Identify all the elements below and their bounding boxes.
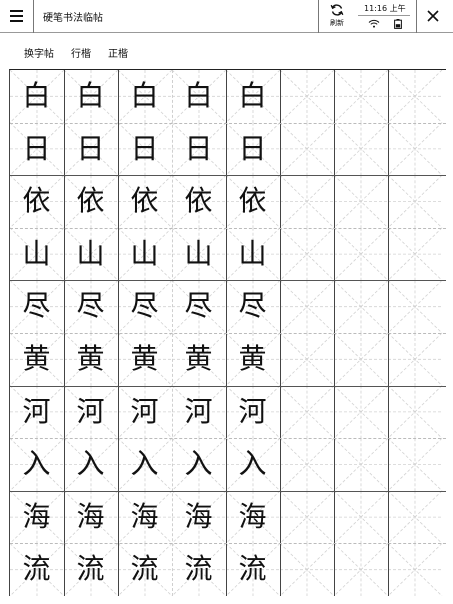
practice-character: 山 <box>238 236 267 270</box>
model-character: 依 <box>22 184 51 218</box>
refresh-icon <box>330 4 344 16</box>
divider <box>416 0 417 33</box>
model-character: 入 <box>22 447 51 481</box>
practice-character: 入 <box>184 447 213 481</box>
practice-character: 流 <box>238 552 267 586</box>
practice-character: 海 <box>238 499 267 533</box>
practice-character: 白 <box>238 79 267 112</box>
practice-character: 山 <box>130 236 159 270</box>
practice-character: 河 <box>76 394 105 428</box>
practice-character: 依 <box>130 184 159 218</box>
practice-character: 黄 <box>238 342 267 375</box>
practice-character: 入 <box>76 447 105 481</box>
model-character: 黄 <box>22 342 51 375</box>
tab-running-script[interactable]: 行楷 <box>71 45 91 60</box>
practice-character: 山 <box>76 236 105 270</box>
practice-character: 流 <box>130 552 159 586</box>
practice-character: 黄 <box>184 342 213 375</box>
practice-character: 山 <box>184 236 213 270</box>
model-character: 白 <box>22 79 51 112</box>
practice-character: 流 <box>76 552 105 586</box>
close-icon[interactable] <box>426 9 440 23</box>
tab-bar: 换字帖 行楷 正楷 <box>0 33 453 69</box>
practice-character: 入 <box>238 447 267 481</box>
practice-character: 依 <box>184 184 213 218</box>
practice-character: 日 <box>76 131 105 165</box>
model-character: 河 <box>22 394 51 428</box>
practice-character: 河 <box>238 394 267 428</box>
clock-time: 11:16 上午 <box>364 4 406 13</box>
practice-character: 尽 <box>238 289 267 323</box>
practice-character: 白 <box>76 79 105 112</box>
practice-character: 尽 <box>130 289 159 323</box>
practice-character: 白 <box>184 79 213 112</box>
practice-character: 日 <box>184 131 213 165</box>
model-character: 日 <box>22 131 51 165</box>
practice-character: 尽 <box>76 289 105 323</box>
menu-icon[interactable] <box>10 9 24 23</box>
copybook-grid: 白白白白白日日日日日依依依依依山山山山山尽尽尽尽尽黄黄黄黄黄河河河河河入入入入入… <box>9 69 446 596</box>
divider <box>318 0 319 33</box>
battery-icon <box>394 19 402 29</box>
practice-character: 日 <box>238 131 267 165</box>
model-character: 山 <box>22 236 51 270</box>
model-character: 海 <box>22 499 51 533</box>
practice-character: 黄 <box>130 342 159 375</box>
practice-character: 河 <box>184 394 213 428</box>
tab-regular-script[interactable]: 正楷 <box>108 45 128 60</box>
app-title: 硬笔书法临帖 <box>43 13 103 24</box>
practice-character: 海 <box>76 499 105 533</box>
refresh-label: 刷新 <box>330 19 344 27</box>
refresh-button[interactable]: 刷新 <box>325 3 349 31</box>
tab-change-copybook[interactable]: 换字帖 <box>24 45 54 60</box>
divider <box>33 0 34 33</box>
practice-character: 白 <box>130 79 159 112</box>
divider <box>358 15 410 16</box>
model-character: 流 <box>22 552 51 586</box>
practice-character: 依 <box>238 184 267 218</box>
practice-character: 流 <box>184 552 213 586</box>
practice-character: 入 <box>130 447 159 481</box>
practice-character: 依 <box>76 184 105 218</box>
practice-character: 河 <box>130 394 159 428</box>
practice-character: 海 <box>130 499 159 533</box>
practice-character: 日 <box>130 131 159 165</box>
practice-character: 海 <box>184 499 213 533</box>
practice-character: 尽 <box>184 289 213 323</box>
status-area: 11:16 上午 <box>356 3 412 31</box>
wifi-icon <box>368 19 380 28</box>
model-character: 尽 <box>22 289 51 323</box>
top-bar: 硬笔书法临帖 刷新 11:16 上午 <box>0 0 453 33</box>
practice-character: 黄 <box>76 342 105 375</box>
